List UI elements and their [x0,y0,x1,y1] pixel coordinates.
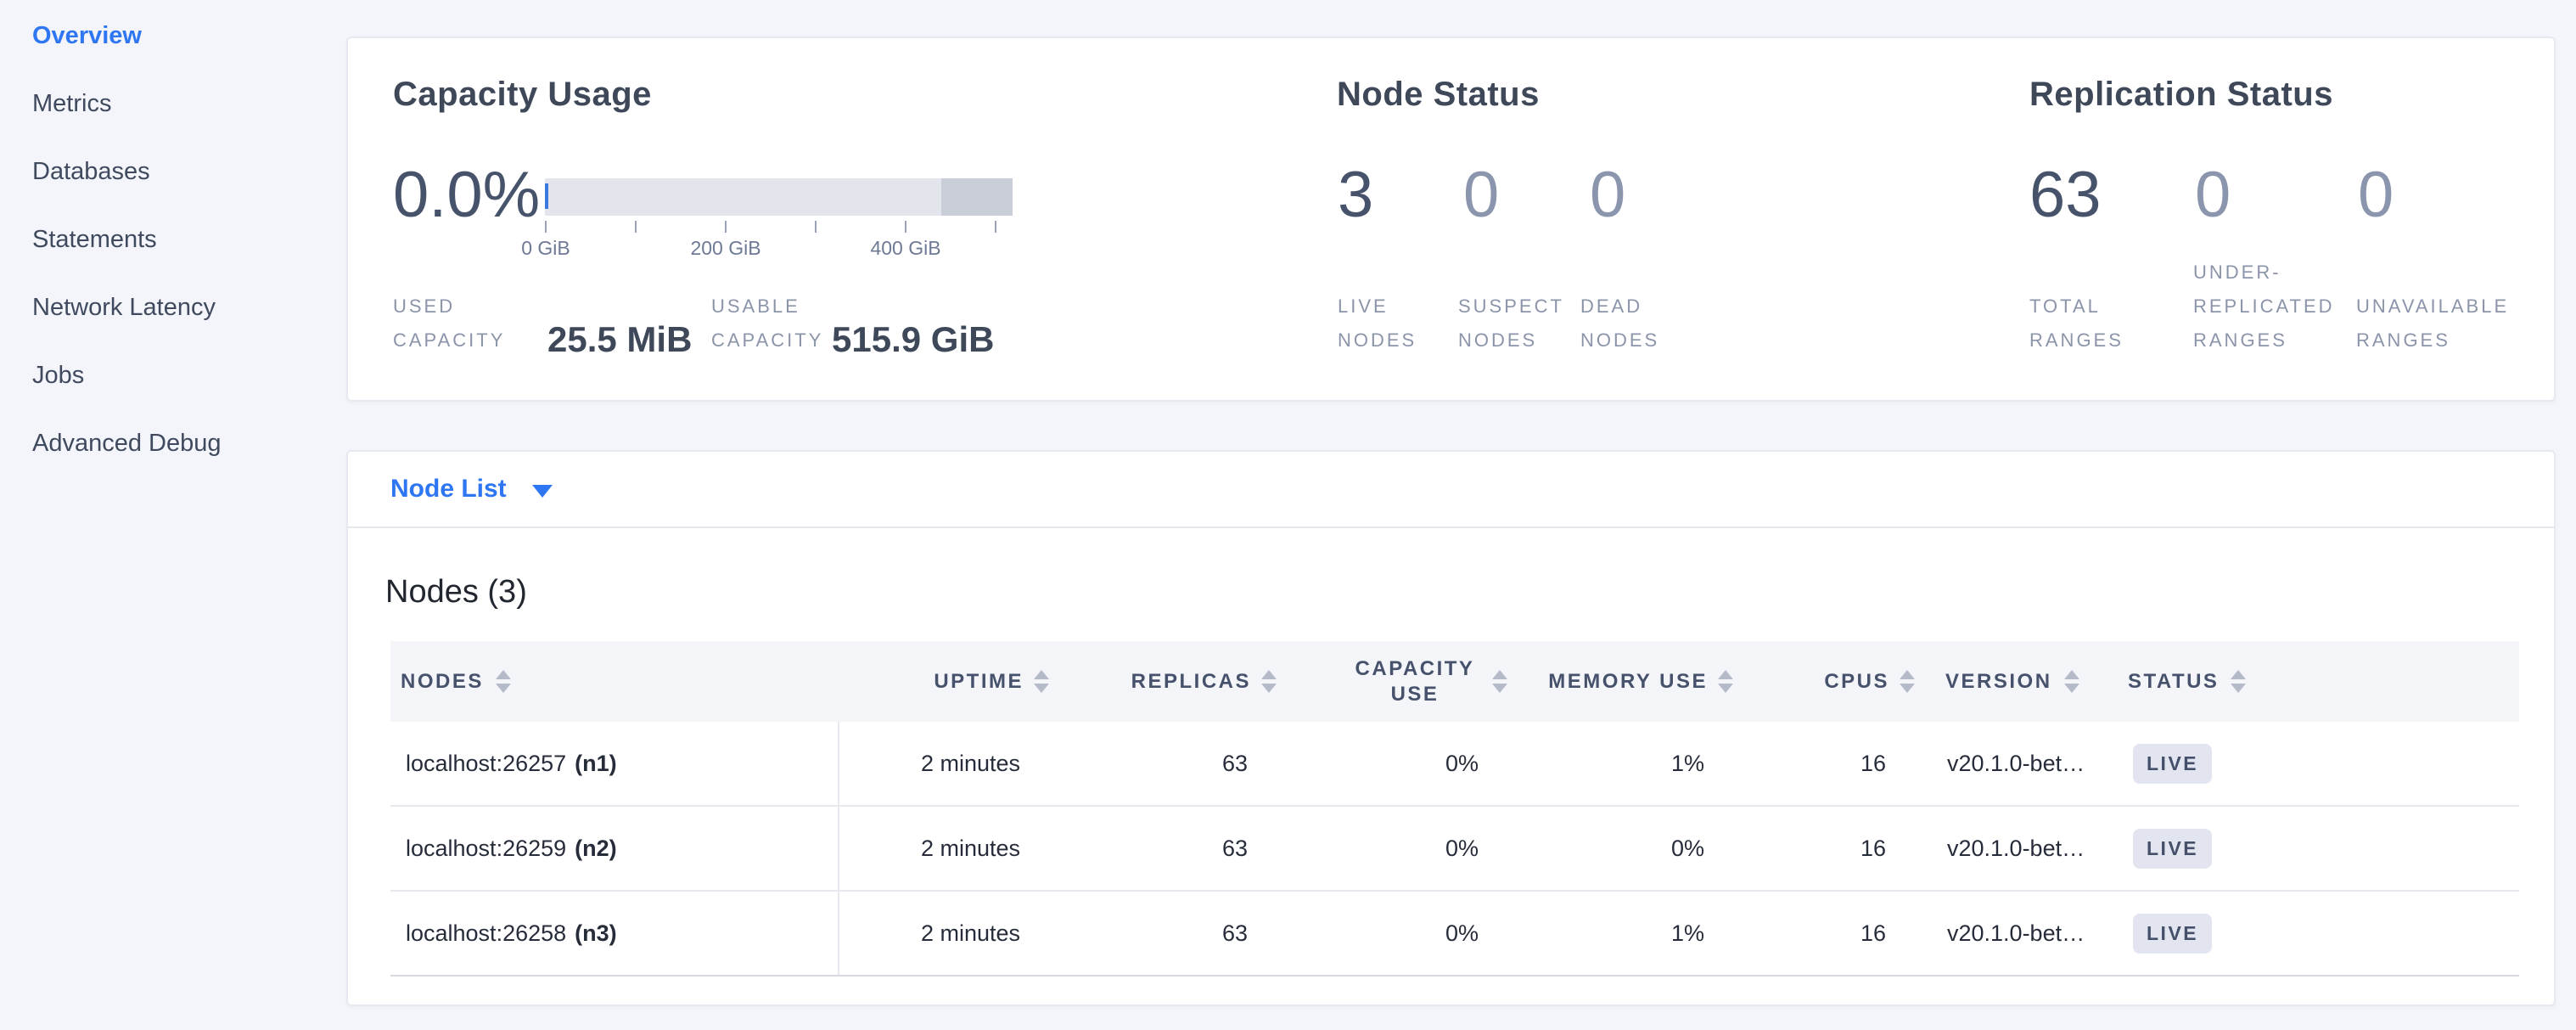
suspect-nodes-count: 0 [1463,161,1499,229]
sidebar-item-advanced-debug[interactable]: Advanced Debug [0,409,346,477]
sidebar-item-metrics[interactable]: Metrics [0,70,346,138]
table-row-node-1[interactable]: localhost:26257 (n1) 2 minutes 63 0% 1% … [390,722,2519,807]
axis-tick [905,221,906,233]
column-header-version[interactable]: VERSION [1886,670,2126,694]
column-header-capacity-use[interactable]: CAPACITY USE [1248,656,1479,707]
status-badge: LIVE [2133,914,2212,954]
sidebar-item-network-latency[interactable]: Network Latency [0,273,346,341]
version-cell: v20.1.0-bet… [1886,920,2126,947]
axis-tick [995,221,996,233]
axis-tick [635,221,637,233]
sidebar-item-overview[interactable]: Overview [0,2,346,70]
column-header-status[interactable]: STATUS [2126,670,2519,694]
status-cell: LIVE [2126,914,2519,954]
suspect-nodes-label: SUSPECT NODES [1458,290,1564,357]
column-header-memory-use[interactable]: MEMORY USE [1479,670,1704,694]
node-list-dropdown[interactable]: Node List [390,475,553,504]
capacity-use-cell: 0% [1248,751,1479,777]
node-list-dropdown-label: Node List [390,475,507,504]
used-capacity-label: USED CAPACITY [393,290,505,357]
axis-tick [815,221,817,233]
axis-label-200: 200 GiB [666,237,785,260]
status-badge: LIVE [2133,744,2212,784]
column-header-replicas[interactable]: REPLICAS [1020,670,1248,694]
live-nodes-label: LIVE NODES [1338,290,1417,357]
axis-tick [545,221,547,233]
node-id: (n1) [575,751,617,777]
nodes-count-heading: Nodes (3) [385,574,527,611]
node-address-cell[interactable]: localhost:26259 (n2) [390,807,839,890]
uptime-cell: 2 minutes [839,751,1020,777]
total-ranges-label: TOTAL RANGES [2029,290,2124,357]
capacity-bar-usable-segment [545,178,941,216]
capacity-use-cell: 0% [1248,836,1479,862]
unavailable-ranges-count: 0 [2358,161,2394,229]
live-nodes-count: 3 [1338,161,1373,229]
cpus-cell: 16 [1704,920,1886,947]
table-row-node-3[interactable]: localhost:26258 (n3) 2 minutes 63 0% 1% … [390,892,2519,977]
sidebar-item-statements[interactable]: Statements [0,205,346,273]
node-id: (n3) [575,920,617,947]
column-header-cpus[interactable]: CPUS [1704,670,1886,694]
sidebar: Overview Metrics Databases Statements Ne… [0,0,346,477]
sort-icon [2231,670,2246,693]
node-status-title: Node Status [1337,76,1540,114]
axis-tick [725,221,727,233]
column-header-nodes[interactable]: NODES [390,670,839,694]
sort-icon [2064,670,2079,693]
version-cell: v20.1.0-bet… [1886,836,2126,862]
dead-nodes-label: DEAD NODES [1580,290,1659,357]
unavailable-ranges-label: UNAVAILABLE RANGES [2356,290,2509,357]
memory-use-cell: 0% [1479,836,1704,862]
cpus-cell: 16 [1704,751,1886,777]
capacity-used-percent: 0.0% [393,161,540,229]
node-address-cell[interactable]: localhost:26258 (n3) [390,892,839,975]
memory-use-cell: 1% [1479,751,1704,777]
replicas-cell: 63 [1020,836,1248,862]
usable-capacity-value: 515.9 GiB [832,320,994,359]
under-replicated-ranges-label: UNDER- REPLICATED RANGES [2193,256,2335,357]
nodes-table-header-row: NODES UPTIME REPLICAS CAPACITY USE MEMOR… [390,641,2519,722]
uptime-cell: 2 minutes [839,836,1020,862]
capacity-bar-chart [545,178,1013,216]
total-ranges-count: 63 [2029,161,2102,229]
replicas-cell: 63 [1020,751,1248,777]
axis-label-400: 400 GiB [846,237,965,260]
node-list-toolbar: Node List [348,452,2554,528]
nodes-table: NODES UPTIME REPLICAS CAPACITY USE MEMOR… [390,641,2519,977]
status-badge: LIVE [2133,829,2212,869]
dead-nodes-count: 0 [1590,161,1625,229]
node-list-card: Node List Nodes (3) NODES UPTIME REPLICA… [346,450,2556,1006]
replicas-cell: 63 [1020,920,1248,947]
sort-icon [496,670,511,693]
status-cell: LIVE [2126,829,2519,869]
node-id: (n2) [575,836,617,862]
under-replicated-ranges-count: 0 [2195,161,2231,229]
memory-use-cell: 1% [1479,920,1704,947]
node-address-cell[interactable]: localhost:26257 (n1) [390,722,839,805]
version-cell: v20.1.0-bet… [1886,751,2126,777]
column-header-uptime[interactable]: UPTIME [839,670,1020,694]
capacity-bar-other-segment [941,178,1013,216]
replication-status-title: Replication Status [2029,76,2333,114]
capacity-use-cell: 0% [1248,920,1479,947]
used-capacity-value: 25.5 MiB [547,320,692,359]
capacity-bar-used-marker [545,183,548,209]
sidebar-item-databases[interactable]: Databases [0,138,346,205]
axis-label-0: 0 GiB [486,237,605,260]
usable-capacity-label: USABLE CAPACITY [711,290,823,357]
sidebar-item-jobs[interactable]: Jobs [0,341,346,409]
uptime-cell: 2 minutes [839,920,1020,947]
status-cell: LIVE [2126,744,2519,784]
table-row-node-2[interactable]: localhost:26259 (n2) 2 minutes 63 0% 0% … [390,807,2519,892]
chevron-down-icon [532,485,553,498]
capacity-usage-title: Capacity Usage [393,76,652,114]
cpus-cell: 16 [1704,836,1886,862]
cluster-summary-card: Capacity Usage 0.0% 0 GiB 200 GiB 400 Gi… [346,37,2556,402]
